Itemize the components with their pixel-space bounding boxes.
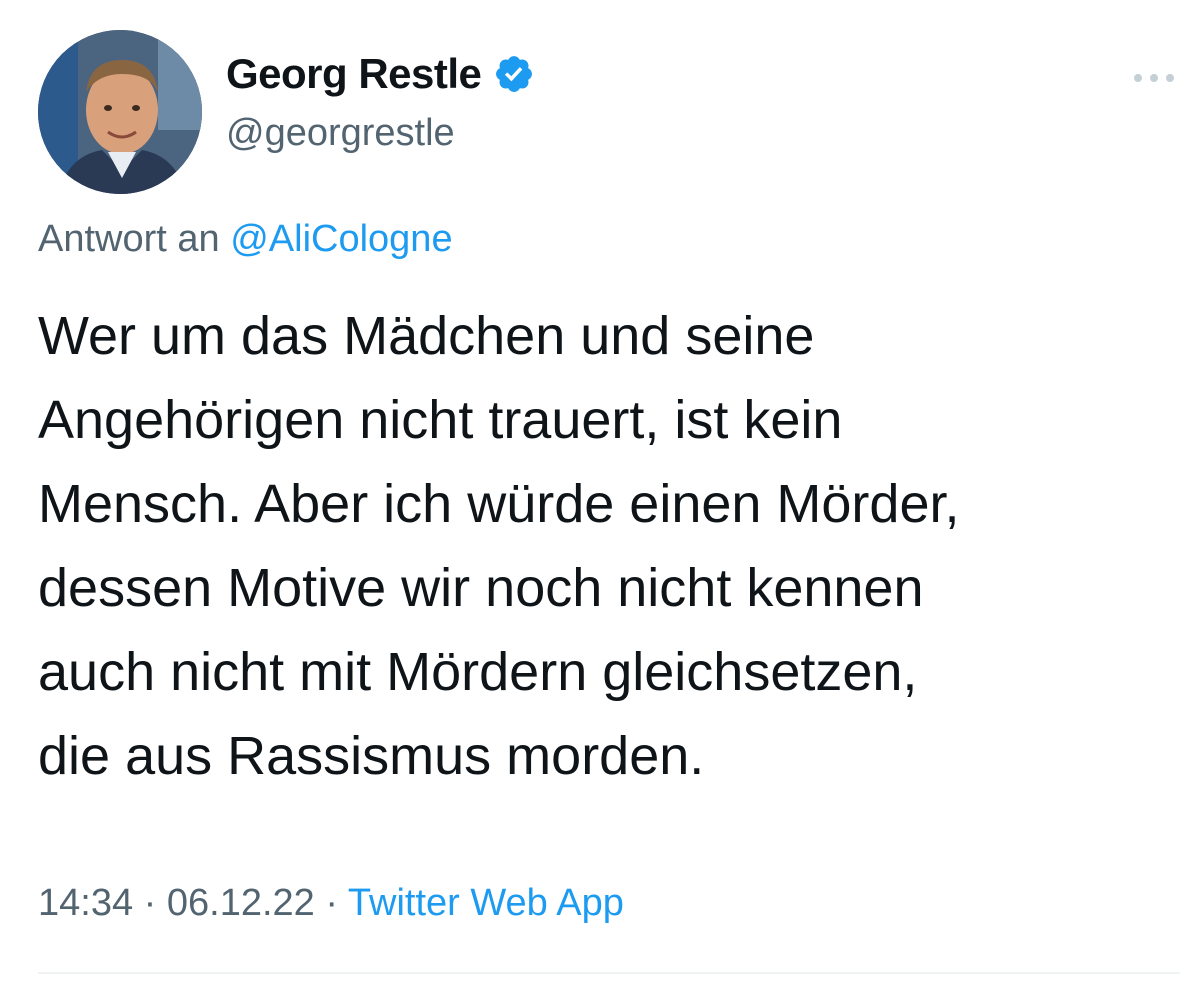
tweet-text-line: Wer um das Mädchen und seine [38,306,815,366]
reply-context: Antwort an @AliCologne [38,218,453,261]
verified-badge-icon [496,56,533,92]
reply-prefix: Antwort an [38,218,220,260]
avatar-photo-icon [38,30,202,194]
author-name-text[interactable]: Georg Restle [226,50,482,98]
divider [38,972,1180,974]
author-avatar[interactable] [38,30,202,194]
tweet-source-link[interactable]: Twitter Web App [348,882,624,924]
tweet-time[interactable]: 14:34 [38,882,133,924]
tweet-text: Wer um das Mädchen und seine Angehörigen… [38,294,1168,798]
tweet-meta: 14:34 · 06.12.22 · Twitter Web App [38,882,624,925]
tweet-text-line: Mensch. Aber ich würde einen Mörder, [38,474,960,534]
tweet-text-line: auch nicht mit Mördern gleichsetzen, [38,642,918,702]
tweet-text-line: dessen Motive wir noch nicht kennen [38,558,924,618]
author-handle[interactable]: @georgrestle [226,112,455,155]
meta-separator: · [143,882,157,924]
tweet-text-line: die aus Rassismus morden. [38,726,705,786]
tweet-text-line: Angehörigen nicht trauert, ist kein [38,390,843,450]
reply-mention-link[interactable]: @AliCologne [230,218,452,260]
tweet-date[interactable]: 06.12.22 [167,882,315,924]
author-name[interactable]: Georg Restle [226,50,535,98]
tweet-card: Georg Restle @georgrestle Antwort an @Al… [0,0,1200,995]
meta-separator: · [325,882,339,924]
more-options-icon[interactable] [1126,58,1182,98]
